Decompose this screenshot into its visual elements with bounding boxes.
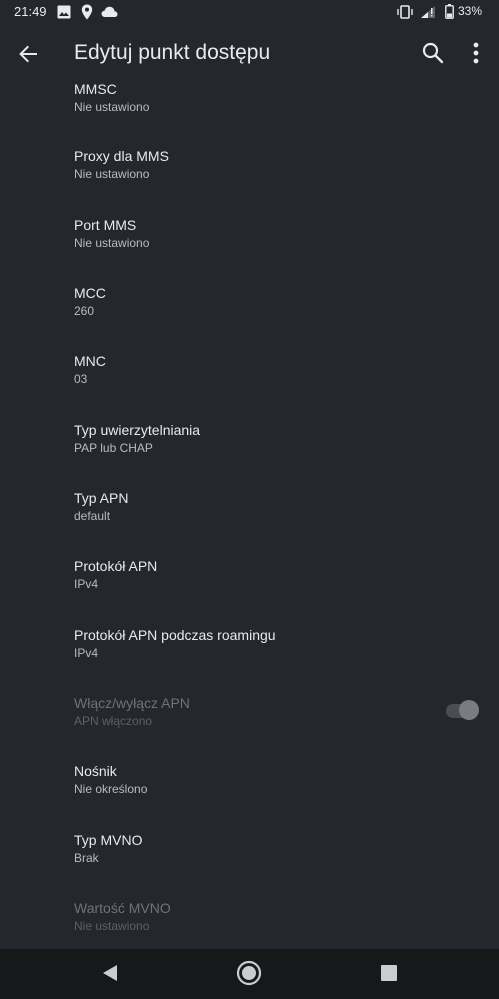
setting-title: Włącz/wyłącz APN xyxy=(74,695,190,711)
setting-summary: IPv4 xyxy=(74,646,99,660)
setting-mnc[interactable]: MNC 03 xyxy=(74,352,474,387)
setting-title: Typ APN xyxy=(74,490,129,506)
setting-apn-protocol[interactable]: Protokół APN IPv4 xyxy=(74,557,474,592)
setting-title: Protokół APN podczas roamingu xyxy=(74,627,276,643)
setting-mms-proxy[interactable]: Proxy dla MMS Nie ustawiono xyxy=(74,147,474,182)
search-icon[interactable] xyxy=(420,40,446,66)
setting-title: MMSC xyxy=(74,81,117,97)
setting-mvno-type[interactable]: Typ MVNO Brak xyxy=(74,831,474,866)
toggle-thumb xyxy=(459,700,479,720)
location-icon xyxy=(81,4,93,20)
setting-mvno-value: Wartość MVNO Nie ustawiono xyxy=(74,899,474,934)
setting-summary: Brak xyxy=(74,851,99,865)
setting-mcc[interactable]: MCC 260 xyxy=(74,284,474,319)
more-vert-icon[interactable] xyxy=(466,40,486,66)
battery-percentage: 33% xyxy=(458,4,483,18)
setting-title: Proxy dla MMS xyxy=(74,148,169,164)
setting-apn-enable: Włącz/wyłącz APN APN włączono xyxy=(74,694,474,729)
setting-apn-type[interactable]: Typ APN default xyxy=(74,489,474,524)
nav-home-icon[interactable] xyxy=(236,960,262,986)
system-navigation-bar xyxy=(0,949,499,999)
setting-summary: Nie ustawiono xyxy=(74,100,150,114)
setting-title: MNC xyxy=(74,353,106,369)
setting-title: MCC xyxy=(74,285,106,301)
setting-bearer[interactable]: Nośnik Nie określono xyxy=(74,762,474,797)
page-title: Edytuj punkt dostępu xyxy=(74,41,271,64)
signal-icon xyxy=(421,6,435,18)
setting-summary: Nie określono xyxy=(74,782,148,796)
setting-auth-type[interactable]: Typ uwierzytelniania PAP lub CHAP xyxy=(74,421,474,456)
setting-summary: default xyxy=(74,509,111,523)
apn-enable-toggle xyxy=(444,700,480,720)
setting-summary: Nie ustawiono xyxy=(74,167,150,181)
image-icon xyxy=(57,5,71,19)
status-bar: 21:49 33% xyxy=(0,0,499,24)
app-toolbar: Edytuj punkt dostępu xyxy=(0,24,499,80)
setting-title: Typ MVNO xyxy=(74,832,143,848)
arrow-back-icon[interactable] xyxy=(14,40,42,68)
setting-title: Wartość MVNO xyxy=(74,900,171,916)
status-time: 21:49 xyxy=(14,4,47,19)
setting-summary: IPv4 xyxy=(74,577,99,591)
setting-title: Protokół APN xyxy=(74,558,158,574)
setting-summary: Nie ustawiono xyxy=(74,236,150,250)
nav-back-icon[interactable] xyxy=(100,963,120,983)
setting-apn-roaming-protocol[interactable]: Protokół APN podczas roamingu IPv4 xyxy=(74,626,474,661)
setting-title: Nośnik xyxy=(74,763,117,779)
setting-summary: Nie ustawiono xyxy=(74,919,150,933)
setting-summary: APN włączono xyxy=(74,714,153,728)
nav-recents-icon[interactable] xyxy=(381,965,397,981)
setting-summary: PAP lub CHAP xyxy=(74,441,153,455)
vibrate-icon xyxy=(397,5,413,19)
setting-summary: 03 xyxy=(74,372,88,386)
setting-title: Port MMS xyxy=(74,217,137,233)
setting-title: Typ uwierzytelniania xyxy=(74,422,201,438)
setting-mms-port[interactable]: Port MMS Nie ustawiono xyxy=(74,216,474,251)
battery-icon xyxy=(445,4,454,19)
setting-mmsc[interactable]: MMSC Nie ustawiono xyxy=(74,80,474,115)
cloud-icon xyxy=(101,6,118,17)
setting-summary: 260 xyxy=(74,304,95,318)
